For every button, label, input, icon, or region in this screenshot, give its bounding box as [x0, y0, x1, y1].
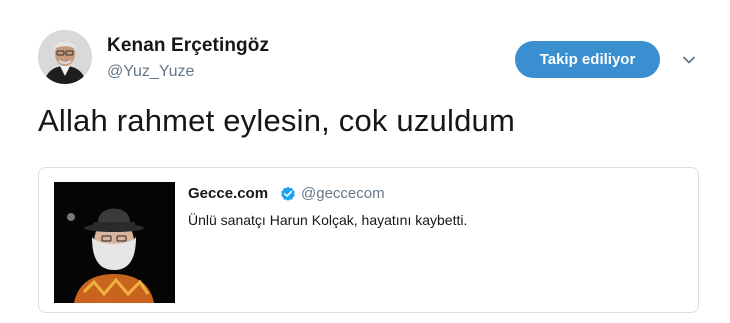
chevron-down-icon[interactable]	[681, 52, 697, 68]
tweet-text: Allah rahmet eylesin, cok uzuldum	[38, 103, 515, 138]
verified-badge-icon	[281, 186, 295, 201]
quoted-author-handle[interactable]: @geccecom	[301, 185, 385, 202]
quoted-tweet-image	[54, 182, 175, 303]
following-button[interactable]: Takip ediliyor	[515, 41, 660, 78]
author-handle[interactable]: @Yuz_Yuze	[107, 63, 194, 81]
quoted-author-name[interactable]: Gecce.com	[188, 185, 268, 202]
quoted-tweet-text: Ünlü sanatçı Harun Kolçak, hayatını kayb…	[188, 212, 468, 228]
quoted-tweet[interactable]: Gecce.com @geccecom Ünlü sanatçı Harun K…	[38, 167, 699, 313]
author-name[interactable]: Kenan Erçetingöz	[107, 35, 269, 57]
author-avatar[interactable]	[38, 30, 92, 84]
tweet-card: Kenan Erçetingöz @Yuz_Yuze Takip ediliyo…	[0, 0, 730, 323]
